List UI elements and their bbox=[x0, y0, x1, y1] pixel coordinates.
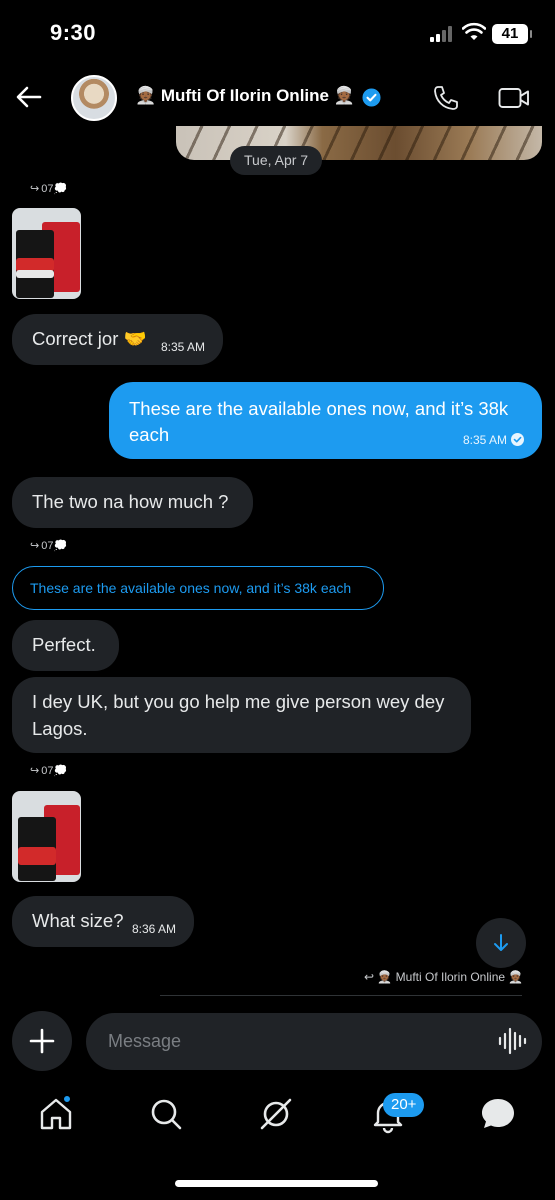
reply-arrow-icon: ↩ bbox=[30, 540, 40, 552]
home-notification-dot bbox=[62, 1094, 72, 1104]
message-timestamp: 8:35 AM bbox=[161, 340, 206, 354]
divider bbox=[160, 995, 522, 996]
status-bar: 9:30 41 bbox=[0, 0, 555, 70]
read-receipt-icon bbox=[511, 433, 524, 446]
reply-marker: ↩ 07💭 bbox=[30, 539, 67, 555]
reply-arrow-icon: ↩ bbox=[30, 183, 40, 195]
phone-icon[interactable] bbox=[432, 84, 460, 112]
message-text: What size? bbox=[32, 910, 124, 931]
reply-arrow-icon: ↩ bbox=[364, 970, 378, 984]
reply-marker: ↩ 07💭 bbox=[30, 182, 67, 198]
scroll-to-bottom-button[interactable] bbox=[476, 918, 526, 968]
plus-icon bbox=[29, 1028, 55, 1054]
arrow-down-icon bbox=[494, 934, 508, 951]
image-attachment[interactable] bbox=[12, 208, 81, 299]
message-text-line2: Lagos. bbox=[32, 718, 88, 739]
message-bubble-incoming[interactable]: Correct jor 🤝 8:35 AM bbox=[12, 314, 223, 365]
message-timestamp: 8:35 AM bbox=[463, 433, 508, 447]
message-text-line1: I dey UK, but you go help me give person… bbox=[32, 691, 445, 712]
message-bubble-incoming[interactable]: Perfect. bbox=[12, 620, 119, 671]
battery-indicator: 41 bbox=[492, 24, 532, 44]
message-bubble-incoming[interactable]: What size? 8:36 AM bbox=[12, 896, 194, 947]
reply-marker: ↩ 07💭 bbox=[30, 764, 67, 780]
grok-icon[interactable] bbox=[256, 1094, 296, 1134]
reply-marker-label: 07💭 bbox=[41, 765, 68, 777]
reply-marker-label: 07💭 bbox=[41, 540, 68, 552]
message-bubble-incoming[interactable]: The two na how much ? bbox=[12, 477, 253, 528]
quoted-message[interactable]: These are the available ones now, and it… bbox=[12, 566, 384, 610]
search-icon[interactable] bbox=[146, 1094, 186, 1134]
back-arrow-icon[interactable] bbox=[14, 82, 44, 112]
wifi-icon bbox=[462, 22, 486, 40]
image-attachment[interactable] bbox=[12, 791, 81, 882]
message-text-line2: each bbox=[129, 424, 170, 445]
messages-icon[interactable] bbox=[478, 1094, 518, 1134]
add-attachment-button[interactable] bbox=[12, 1011, 72, 1071]
conversation-title[interactable]: 👳🏾 Mufti Of Ilorin Online 👳🏾 bbox=[135, 86, 355, 106]
verified-badge-icon bbox=[362, 88, 381, 107]
notifications-badge: 20+ bbox=[383, 1093, 425, 1117]
date-separator: Tue, Apr 7 bbox=[230, 146, 323, 175]
message-bubble-outgoing[interactable]: These are the available ones now, and it… bbox=[109, 382, 542, 459]
message-text: Perfect. bbox=[32, 634, 96, 655]
message-timestamp: 8:36 AM bbox=[132, 922, 177, 936]
reply-context-name: 👳🏾 Mufti Of Ilorin Online 👳🏾 bbox=[377, 970, 524, 984]
video-camera-icon[interactable] bbox=[498, 86, 530, 110]
reply-marker-label: 07💭 bbox=[41, 183, 68, 195]
message-text: The two na how much ? bbox=[32, 491, 229, 512]
message-text-line1: These are the available ones now, and it… bbox=[129, 398, 509, 419]
voice-wave-icon[interactable] bbox=[497, 1027, 527, 1055]
cellular-signal-icon bbox=[430, 26, 456, 42]
reply-arrow-icon: ↩ bbox=[30, 765, 40, 777]
reply-context: ↩ 👳🏾 Mufti Of Ilorin Online 👳🏾 bbox=[364, 970, 523, 984]
message-bubble-incoming[interactable]: I dey UK, but you go help me give person… bbox=[12, 677, 471, 753]
avatar[interactable] bbox=[71, 75, 117, 121]
status-time: 9:30 bbox=[50, 20, 97, 45]
message-input[interactable] bbox=[86, 1013, 542, 1070]
home-indicator bbox=[175, 1180, 378, 1187]
message-text: Correct jor 🤝 bbox=[32, 328, 147, 349]
conversation-header: 👳🏾 Mufti Of Ilorin Online 👳🏾 bbox=[0, 70, 555, 128]
